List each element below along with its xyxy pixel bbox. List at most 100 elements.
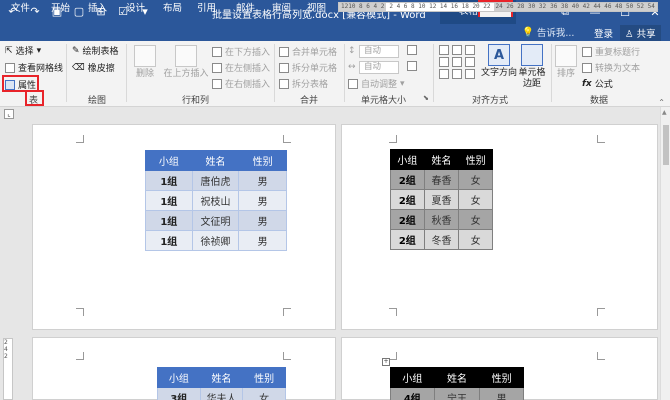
align-top-center-icon[interactable] [452,45,462,55]
new-doc-icon[interactable]: ▢ [72,4,86,18]
login-link[interactable]: 登录 [594,26,613,40]
align-bottom-right-icon[interactable] [465,69,475,79]
cell-margins-button[interactable]: 单元格边距 [518,44,546,90]
tab-view[interactable]: 视图 [307,1,326,17]
repeat-header-button[interactable]: 重复标题行 [582,45,640,58]
collapse-ribbon-icon[interactable]: ⌃ [658,98,665,107]
insert-below-button[interactable]: 在下方插入 [212,45,270,58]
header-cell[interactable]: 姓名 [433,367,481,388]
header-cell[interactable]: 姓名 [191,150,240,171]
table-cell[interactable]: 徐祯卿 [191,230,240,251]
tab-home[interactable]: 开始 [51,1,70,17]
table-cell[interactable]: 宁王 [433,387,481,400]
table-cell[interactable]: 秋香 [423,209,460,230]
align-bottom-center-icon[interactable] [452,69,462,79]
table-cell[interactable]: 春香 [423,169,460,190]
redo-icon[interactable]: ↷ [28,4,42,18]
split-cells-button[interactable]: 拆分单元格 [279,61,337,74]
tab-file[interactable]: 文件 [11,1,30,17]
text-direction-button[interactable]: A 文字方向 [481,44,517,79]
table-cell[interactable]: 男 [238,210,287,231]
tab-review[interactable]: 审阅 [272,1,291,17]
table-cell[interactable]: 祝枝山 [191,190,240,211]
header-cell[interactable]: 性别 [242,367,286,388]
table-cell[interactable]: 4组 [390,387,435,400]
table-cell[interactable]: 唐伯虎 [191,170,240,191]
table-cell[interactable]: 女 [458,189,493,210]
table-cell[interactable]: 文征明 [191,210,240,231]
align-center-icon[interactable] [452,57,462,67]
table-group-4[interactable]: 小组 姓名 性别 4组 宁王 男 [390,367,524,400]
delete-button[interactable]: 删除 [133,45,157,80]
column-width-input[interactable]: 自动 [359,61,399,74]
header-cell[interactable]: 姓名 [423,149,460,170]
align-middle-right-icon[interactable] [465,57,475,67]
table-cell[interactable]: 男 [238,170,287,191]
table-cell[interactable]: 男 [479,387,524,400]
tell-me-search[interactable]: 💡 告诉我... [522,25,574,40]
convert-to-text-button[interactable]: 转换为文本 [582,61,640,74]
header-cell[interactable]: 小组 [390,149,425,170]
table-cell[interactable]: 1组 [145,210,193,231]
table-group-1[interactable]: 小组 姓名 性别 1组 唐伯虎 男 1组 祝枝山 男 1组 文征明 男 1组 徐… [145,150,287,251]
header-cell[interactable]: 性别 [238,150,287,171]
table-cell[interactable]: 冬香 [423,229,460,250]
table-move-handle-icon[interactable]: + [382,358,390,366]
horizontal-ruler[interactable]: 1210 8 6 4 22 4 6 8 10 12 14 16 18 20 22… [338,2,658,12]
tab-selector-icon[interactable]: ⌞ [4,109,14,119]
table-cell[interactable]: 1组 [145,230,193,251]
tab-design[interactable]: 设计 [126,1,145,17]
header-cell[interactable]: 姓名 [199,367,244,388]
merge-cells-button[interactable]: 合并单元格 [279,45,337,58]
sort-button[interactable]: 排序 [555,45,577,80]
table-cell[interactable]: 华夫人 [199,387,244,400]
table-cell[interactable]: 女 [458,229,493,250]
table-cell[interactable]: 2组 [390,189,425,210]
align-bottom-left-icon[interactable] [439,69,449,79]
dialog-launcher-icon[interactable]: ⬊ [423,94,429,102]
table-cell[interactable]: 女 [242,387,286,400]
table-cell[interactable]: 1组 [145,190,193,211]
align-top-right-icon[interactable] [465,45,475,55]
select-button[interactable]: ⇱ 选择 ▾ [5,44,41,58]
insert-left-button[interactable]: 在左侧插入 [212,61,270,74]
table-group-2[interactable]: 小组 姓名 性别 2组 春香 女 2组 夏香 女 2组 秋香 女 2组 冬香 女 [390,149,493,250]
table-cell[interactable]: 女 [458,209,493,230]
header-cell[interactable]: 性别 [458,149,493,170]
table-cell[interactable]: 女 [458,169,493,190]
table-cell[interactable]: 男 [238,190,287,211]
insert-right-button[interactable]: 在右侧插入 [212,77,270,90]
tab-layout[interactable]: 布局 [163,1,182,17]
draw-table-button[interactable]: ✎ 绘制表格 [72,44,119,58]
tab-insert[interactable]: 插入 [88,1,107,17]
distribute-rows-button[interactable] [407,45,417,55]
autofit-button[interactable]: 自动调整 ▾ [348,77,405,90]
vertical-scrollbar[interactable]: ▲ [660,107,670,400]
align-middle-left-icon[interactable] [439,57,449,67]
eraser-button[interactable]: ⌫ 橡皮擦 [72,61,115,75]
formula-button[interactable]: fx 公式 [582,77,613,91]
insert-above-button[interactable]: 在上方插入 [163,45,209,80]
table-cell[interactable]: 男 [238,230,287,251]
header-cell[interactable]: 小组 [145,150,193,171]
scroll-up-icon[interactable]: ▲ [662,109,667,116]
table-cell[interactable]: 3组 [157,387,201,400]
split-table-button[interactable]: 拆分表格 [279,77,328,90]
share-button[interactable]: ♙ 共享 [620,25,661,41]
row-height-input[interactable]: 自动 [359,45,399,58]
header-cell[interactable]: 小组 [390,367,435,388]
tab-references[interactable]: 引用 [197,1,216,17]
table-cell[interactable]: 1组 [145,170,193,191]
header-cell[interactable]: 性别 [479,367,524,388]
scrollbar-thumb[interactable] [663,125,669,165]
table-group-3[interactable]: 小组 姓名 性别 3组 华夫人 女 [157,367,286,400]
align-top-left-icon[interactable] [439,45,449,55]
table-cell[interactable]: 2组 [390,229,425,250]
table-cell[interactable]: 2组 [390,209,425,230]
distribute-columns-button[interactable] [407,61,417,71]
view-gridlines-button[interactable]: 查看网格线 [5,61,63,74]
header-cell[interactable]: 小组 [157,367,201,388]
table-cell[interactable]: 2组 [390,169,425,190]
tab-mailings[interactable]: 邮件 [236,1,255,17]
table-cell[interactable]: 夏香 [423,189,460,210]
